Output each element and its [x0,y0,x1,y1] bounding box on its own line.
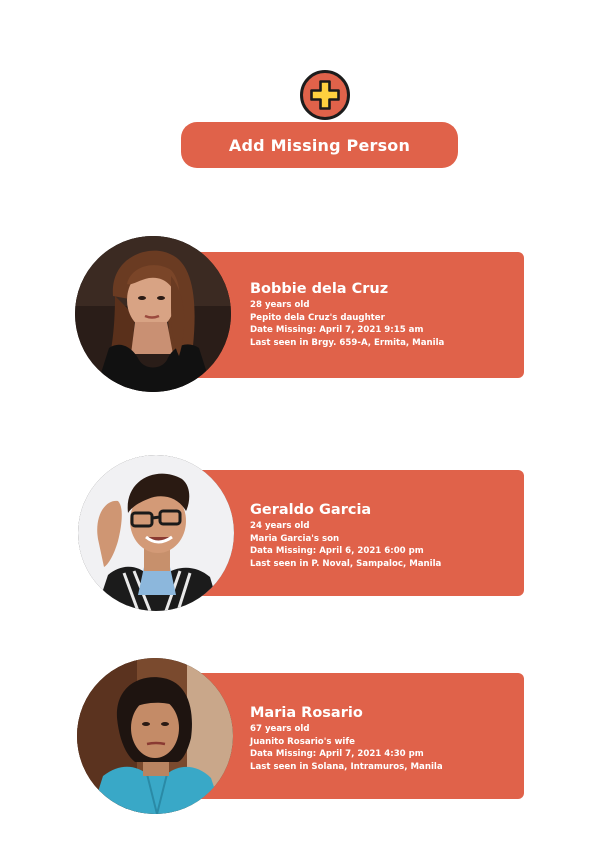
missing-person-card[interactable]: Geraldo Garcia 24 years old Maria Garcia… [75,455,525,615]
person-last-seen: Last seen in P. Noval, Sampaloc, Manila [250,558,442,569]
person-photo-geraldo [78,455,234,611]
person-relation: Maria Garcia's son [250,533,340,544]
add-person-icon[interactable] [299,69,351,121]
person-name: Maria Rosario [250,705,363,721]
person-relation: Juanito Rosario's wife [250,736,355,747]
person-age: 67 years old [250,724,310,734]
person-name: Bobbie dela Cruz [250,281,389,297]
person-date-missing: Data Missing: April 7, 2021 4:30 pm [250,749,424,760]
missing-person-card[interactable]: Maria Rosario 67 years old Juanito Rosar… [75,658,525,818]
person-relation: Pepito dela Cruz's daughter [250,312,385,323]
person-date-missing: Data Missing: April 6, 2021 6:00 pm [250,546,424,557]
person-photo-bobbie [75,236,231,392]
person-age: 28 years old [250,300,310,310]
add-missing-person-button[interactable]: Add Missing Person [181,122,458,168]
person-details: Geraldo Garcia 24 years old Maria Garcia… [250,501,441,570]
person-date-missing: Date Missing: April 7, 2021 9:15 am [250,325,424,336]
missing-person-card[interactable]: Bobbie dela Cruz 28 years old Pepito del… [75,236,525,396]
person-last-seen: Last seen in Brgy. 659-A, Ermita, Manila [250,337,445,348]
person-name: Geraldo Garcia [250,502,372,518]
person-photo [77,658,233,814]
person-photo [75,236,231,392]
person-details: Maria Rosario 67 years old Juanito Rosar… [250,704,443,773]
person-photo-maria [77,658,233,814]
person-age: 24 years old [250,521,310,531]
person-details: Bobbie dela Cruz 28 years old Pepito del… [250,280,444,349]
plus-icon [300,70,350,120]
person-last-seen: Last seen in Solana, Intramuros, Manila [250,761,443,772]
person-photo [78,455,234,611]
